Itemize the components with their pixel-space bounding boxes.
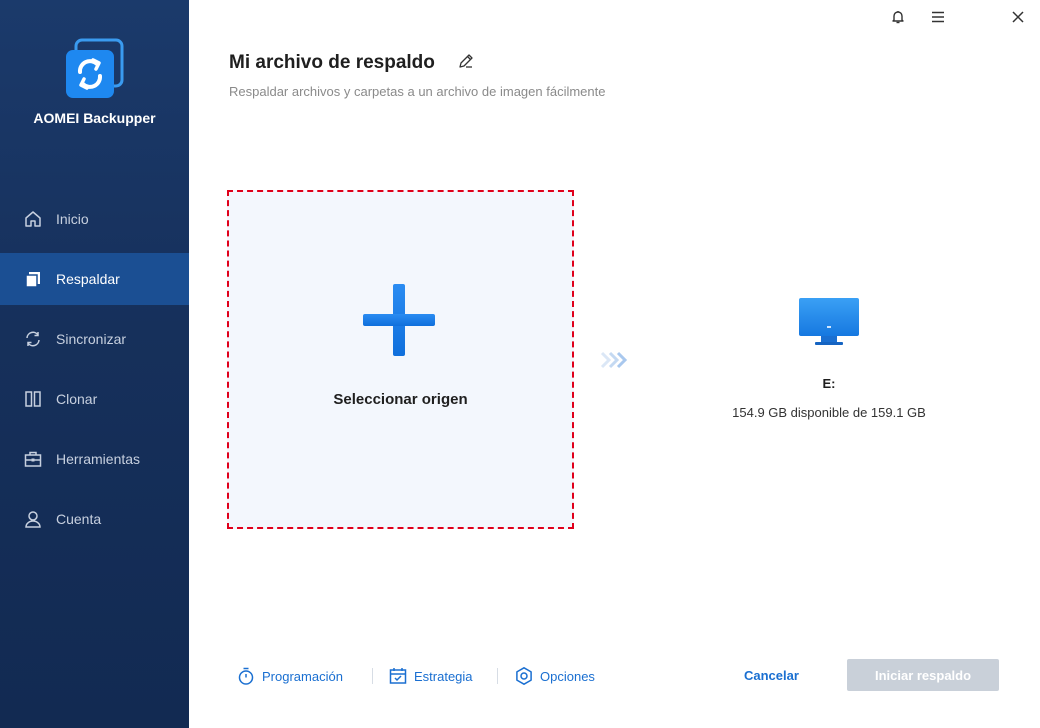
user-icon (23, 509, 43, 529)
menu-button[interactable] (927, 8, 949, 30)
edit-title-button[interactable] (457, 52, 475, 70)
schedule-label: Programación (262, 668, 343, 684)
sidebar-item-inicio[interactable]: Inicio (0, 193, 189, 245)
sidebar-item-label: Cuenta (56, 511, 102, 527)
sidebar-item-label: Herramientas (56, 451, 141, 467)
sidebar-item-label: Clonar (56, 391, 98, 407)
gear-icon (514, 666, 534, 686)
select-source-label: Seleccionar origen (333, 391, 468, 408)
sidebar-item-clonar[interactable]: Clonar (0, 373, 189, 425)
options-button[interactable]: Opciones (514, 664, 595, 688)
notification-button[interactable] (887, 8, 909, 30)
destination-drive: E: (822, 376, 836, 391)
sync-icon (23, 329, 43, 349)
sidebar-item-sincronizar[interactable]: Sincronizar (0, 313, 189, 365)
sidebar-item-herramientas[interactable]: Herramientas (0, 433, 189, 485)
stopwatch-icon (236, 666, 256, 686)
sidebar: AOMEI Backupper Inicio Respaldar Sincron… (0, 0, 189, 728)
destination-target[interactable]: E: 154.9 GB disponible de 159.1 GB (709, 290, 949, 430)
app-name: AOMEI Backupper (33, 110, 156, 126)
plus-icon (361, 282, 437, 358)
chevrons-right-icon (600, 351, 632, 369)
home-icon (23, 209, 43, 229)
bell-icon (890, 9, 906, 30)
toolbox-icon (23, 449, 43, 469)
page-subtitle: Respaldar archivos y carpetas a un archi… (229, 84, 606, 99)
sidebar-item-label: Respaldar (56, 271, 120, 287)
monitor-icon (797, 296, 861, 350)
start-backup-button[interactable]: Iniciar respaldo (847, 659, 999, 691)
backup-icon (23, 269, 43, 289)
close-icon (1010, 9, 1026, 30)
pencil-icon (457, 54, 475, 74)
aomei-logo-icon (62, 38, 126, 100)
destination-free-space: 154.9 GB disponible de 159.1 GB (732, 405, 926, 420)
footer-divider (372, 668, 373, 684)
schedule-button[interactable]: Programación (236, 664, 343, 688)
options-label: Opciones (540, 668, 595, 684)
hamburger-menu-icon (930, 9, 946, 30)
strategy-button[interactable]: Estrategia (388, 664, 473, 688)
calendar-check-icon (388, 666, 408, 686)
sidebar-item-label: Sincronizar (56, 331, 127, 347)
page-title: Mi archivo de respaldo (229, 52, 435, 73)
main-panel: Mi archivo de respaldo Respaldar archivo… (189, 0, 1040, 728)
sidebar-item-cuenta[interactable]: Cuenta (0, 493, 189, 545)
strategy-label: Estrategia (414, 668, 473, 684)
sidebar-item-respaldar[interactable]: Respaldar (0, 253, 189, 305)
close-button[interactable] (1007, 8, 1029, 30)
select-source-box[interactable]: Seleccionar origen (227, 190, 574, 529)
sidebar-item-label: Inicio (56, 211, 89, 227)
clone-icon (23, 389, 43, 409)
cancel-button[interactable]: Cancelar (744, 668, 799, 683)
footer-divider (497, 668, 498, 684)
